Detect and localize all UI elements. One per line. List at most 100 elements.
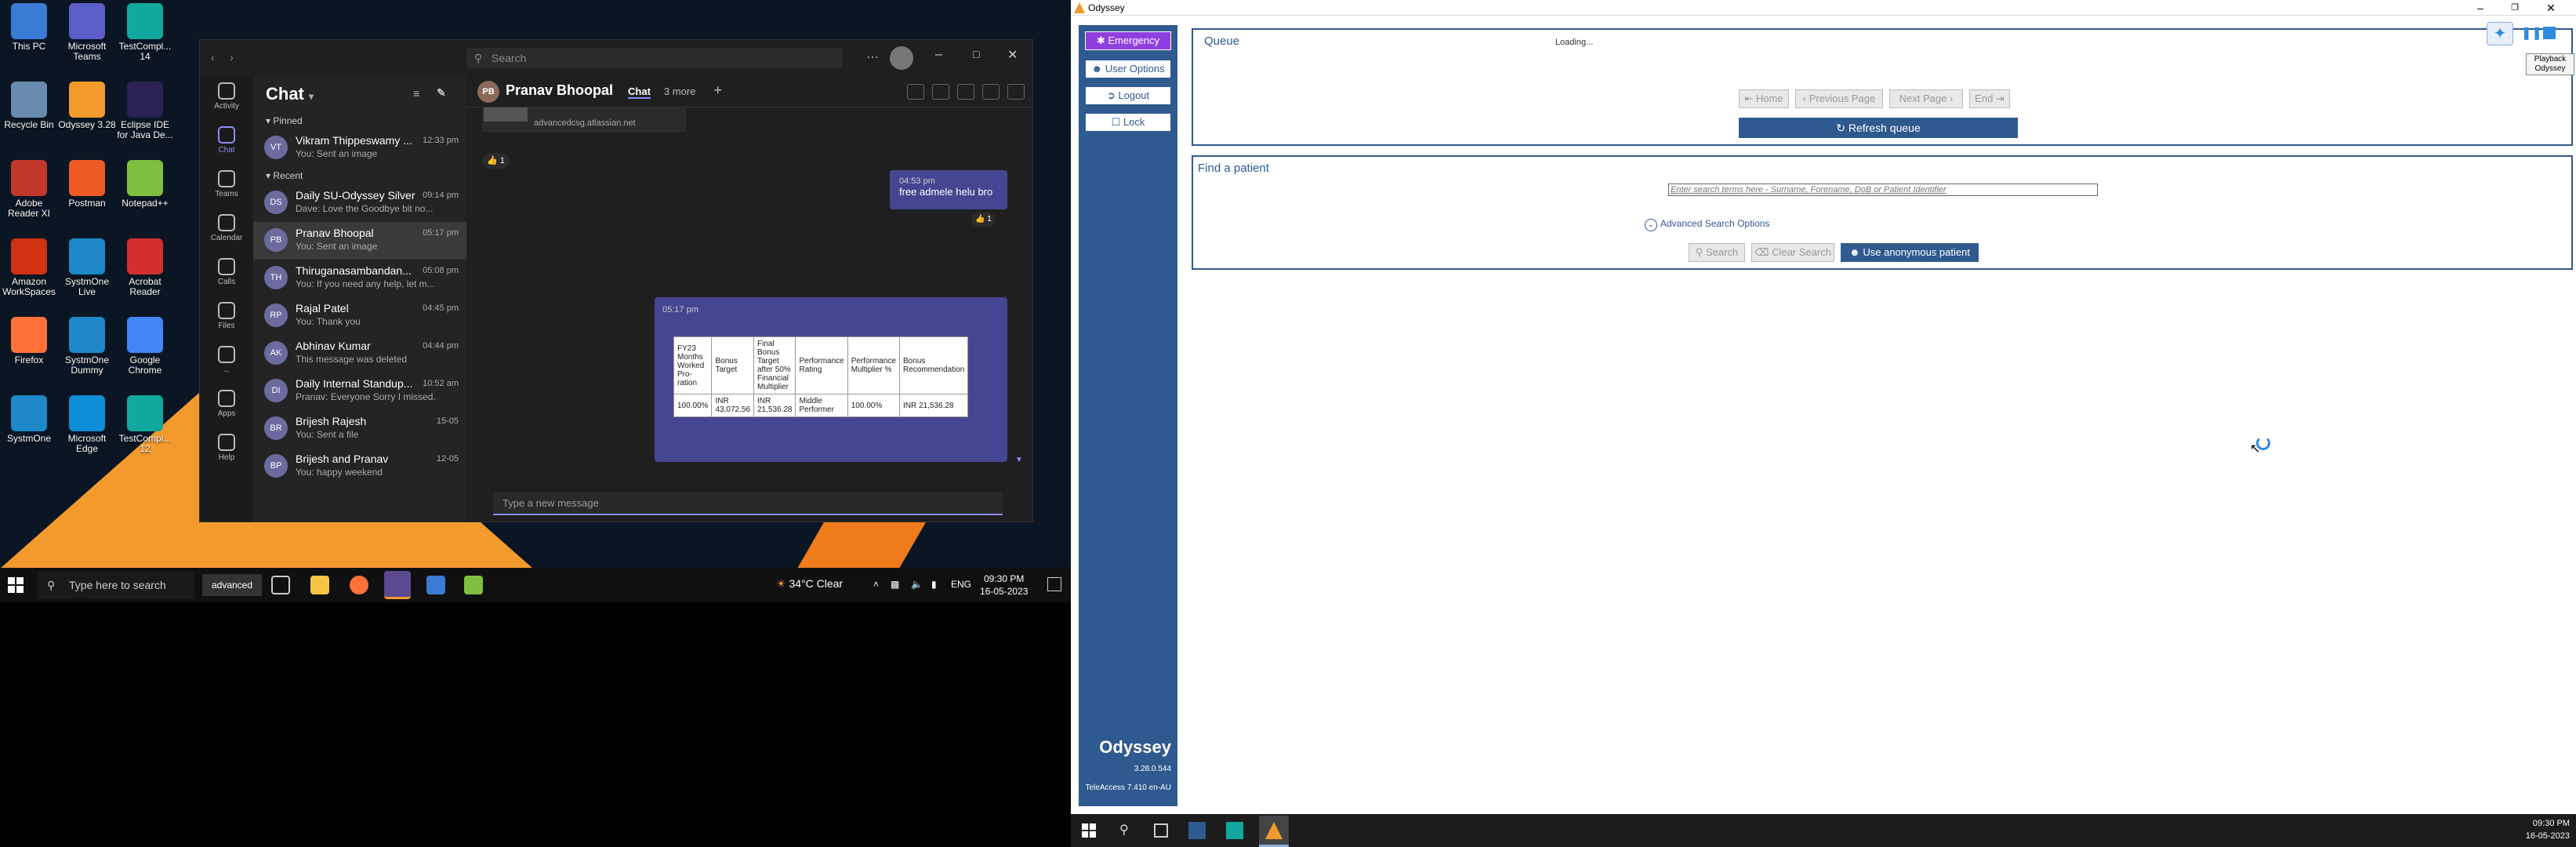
rail-item[interactable]: Teams [200,164,253,208]
forward-arrow-icon[interactable]: › [230,51,234,64]
close-icon[interactable]: ✕ [1007,47,1018,63]
reaction-thumbs-up[interactable]: 👍 1 [971,213,996,227]
minimize-icon[interactable]: – [935,48,942,62]
image-message-bubble[interactable]: 05:17 pm FY23 Months Worked Pro-ration Bo… [655,297,1007,462]
clear-search-button[interactable]: ⌫ Clear Search [1751,243,1834,262]
task-view-icon[interactable] [1154,823,1168,838]
rail-item[interactable]: Apps [200,384,253,427]
network-icon[interactable]: ▩ [891,579,899,590]
chat-list-item[interactable]: DS Daily SU-Odyssey Silver Dave: Love the … [253,184,466,222]
add-tab-icon[interactable]: + [713,82,722,98]
desktop-icon[interactable]: Amazon WorkSpaces [0,235,58,304]
add-people-icon[interactable] [982,84,1000,100]
desktop-icon[interactable]: Microsoft Edge [58,392,116,461]
taskbar-search-input[interactable]: ⚲ Type here to search [38,571,194,599]
taskbar-clock[interactable]: 09:30 PM 16-05-2023 [980,573,1028,598]
windows-start-icon[interactable] [1082,823,1096,838]
chat-list-item[interactable]: TH Thiruganasambandan... You: If you need … [253,260,466,297]
refresh-queue-button[interactable]: ↻ Refresh queue [1739,118,2018,138]
rail-item[interactable]: ... [200,340,253,384]
more-options-icon[interactable]: ⋯ [866,49,879,65]
message-bubble-outgoing[interactable]: 04:53 pm free admele helu bro [890,170,1007,209]
back-arrow-icon[interactable]: ‹ [211,51,215,64]
message-compose-input[interactable]: Type a new message [493,492,1003,515]
next-page-button[interactable]: Next Page › [1889,89,1963,108]
windows-start-icon[interactable] [8,577,24,593]
recent-section-label[interactable]: ▾ Recent [253,167,466,184]
tray-chevron-icon[interactable]: ˄ [873,579,879,590]
use-anonymous-patient-button[interactable]: ☻ Use anonymous patient [1841,243,1979,262]
audio-call-icon[interactable] [932,84,949,100]
desktop-icon[interactable]: Eclipse IDE for Java De... [116,78,174,147]
taskbar-clock[interactable]: 09:30 PM 16-05-2023 [2526,817,2570,842]
new-chat-icon[interactable]: ✎ [437,86,446,100]
pinned-section-label[interactable]: ▾ Pinned [253,112,466,129]
desktop-icon[interactable]: Postman [58,157,116,226]
testcomplete-taskbar-icon[interactable] [1226,822,1243,839]
chat-list-item[interactable]: BR Brijesh Rajesh You: Sent a file 15-05 [253,410,466,448]
desktop-icon[interactable]: TestCompl... 12 [116,392,174,461]
rail-item[interactable]: Chat [200,120,253,164]
desktop-icon[interactable]: SystmOne [0,392,58,461]
maximize-icon[interactable]: □ [973,48,979,60]
language-indicator[interactable]: ENG [951,579,971,590]
user-options-button[interactable]: ☻ User Options [1085,60,1171,78]
firefox-icon[interactable] [350,576,368,594]
teams-taskbar-icon[interactable] [384,571,411,599]
patient-search-input[interactable]: Enter search terms here - Surname, Foren… [1668,184,2098,196]
restore-icon[interactable]: ❐ [2498,0,2532,16]
user-avatar[interactable] [890,46,913,70]
desktop-icon[interactable]: Firefox [0,314,58,383]
weather-widget[interactable]: ☀ 34°C Clear [776,577,843,591]
pause-icon[interactable]: ❚❚ [2521,27,2542,41]
tab-more[interactable]: 3 more [664,85,695,97]
volume-icon[interactable]: 🔈 [911,579,923,590]
minimize-icon[interactable]: – [2463,0,2498,16]
desktop-icon[interactable]: Google Chrome [116,314,174,383]
end-button[interactable]: End ⇥ [1969,89,2010,108]
odyssey-taskbar-icon[interactable] [1259,816,1289,847]
chat-list-item[interactable]: VT Vikram Thippeswamy ... You: Sent an ima… [253,129,466,167]
chat-list-item[interactable]: PB Pranav Bhoopal You: Sent an image 05:17 … [253,222,466,260]
desktop-icon[interactable]: SystmOne Dummy [58,314,116,383]
advanced-search-toggle[interactable]: ⌄ Advanced Search Options [1645,218,1769,231]
logout-button[interactable]: ➲ Logout [1085,86,1171,105]
share-screen-icon[interactable] [957,84,974,100]
desktop-icon[interactable]: Notepad++ [116,157,174,226]
chat-list-item[interactable]: DI Daily Internal Standup... Pranav: Every… [253,373,466,410]
app-taskbar-icon[interactable] [426,576,445,594]
filter-icon[interactable]: ≡ [413,87,419,100]
previous-page-button[interactable]: ‹ Previous Page [1795,89,1883,108]
search-button[interactable]: ⚲ Search [1689,243,1745,262]
playback-logo-icon[interactable]: ✦ [2487,22,2513,45]
home-button[interactable]: ⇤ Home [1739,89,1789,108]
teams-search-input[interactable]: ⚲ Search [466,48,843,68]
tab-chat[interactable]: Chat [628,85,651,99]
app-taskbar-icon[interactable] [1188,822,1206,839]
desktop-icon[interactable]: Adobe Reader XI [0,157,58,226]
desktop-icon[interactable]: TestCompl... 14 [116,0,174,69]
chat-list-item[interactable]: AK Abhinav Kumar This message was deleted 0… [253,335,466,373]
desktop-icon[interactable]: SystmOne Live [58,235,116,304]
desktop-icon[interactable]: Recycle Bin [0,78,58,147]
advanced-taskbar-item[interactable]: advanced [202,574,262,596]
file-explorer-icon[interactable] [310,576,329,594]
desktop-icon[interactable]: Odyssey 3.28 [58,78,116,147]
battery-icon[interactable]: ▮ [931,579,937,590]
link-preview-card[interactable]: advancedcsg.atlassian.net [482,107,686,133]
notification-icon[interactable] [1047,577,1061,591]
desktop-icon[interactable]: Acrobat Reader [116,235,174,304]
rail-item[interactable]: Calls [200,252,253,296]
close-icon[interactable]: ✕ [2534,0,2568,16]
chat-list-item[interactable]: RP Rajal Patel You: Thank you 04:45 pm [253,297,466,335]
reaction-thumbs-up[interactable]: 👍 1 [482,153,510,169]
emergency-button[interactable]: ✱ Emergency [1085,31,1171,50]
chat-list-item[interactable]: BP Brijesh and Pranav You: happy weekend 12… [253,448,466,485]
video-call-icon[interactable] [907,84,924,100]
lock-button[interactable]: ☐ Lock [1085,113,1171,132]
notepad-taskbar-icon[interactable] [464,576,483,594]
desktop-icon[interactable]: This PC [0,0,58,69]
desktop-icon[interactable]: Microsoft Teams [58,0,116,69]
pop-out-icon[interactable] [1007,84,1025,100]
rail-item[interactable]: Activity [200,76,253,120]
